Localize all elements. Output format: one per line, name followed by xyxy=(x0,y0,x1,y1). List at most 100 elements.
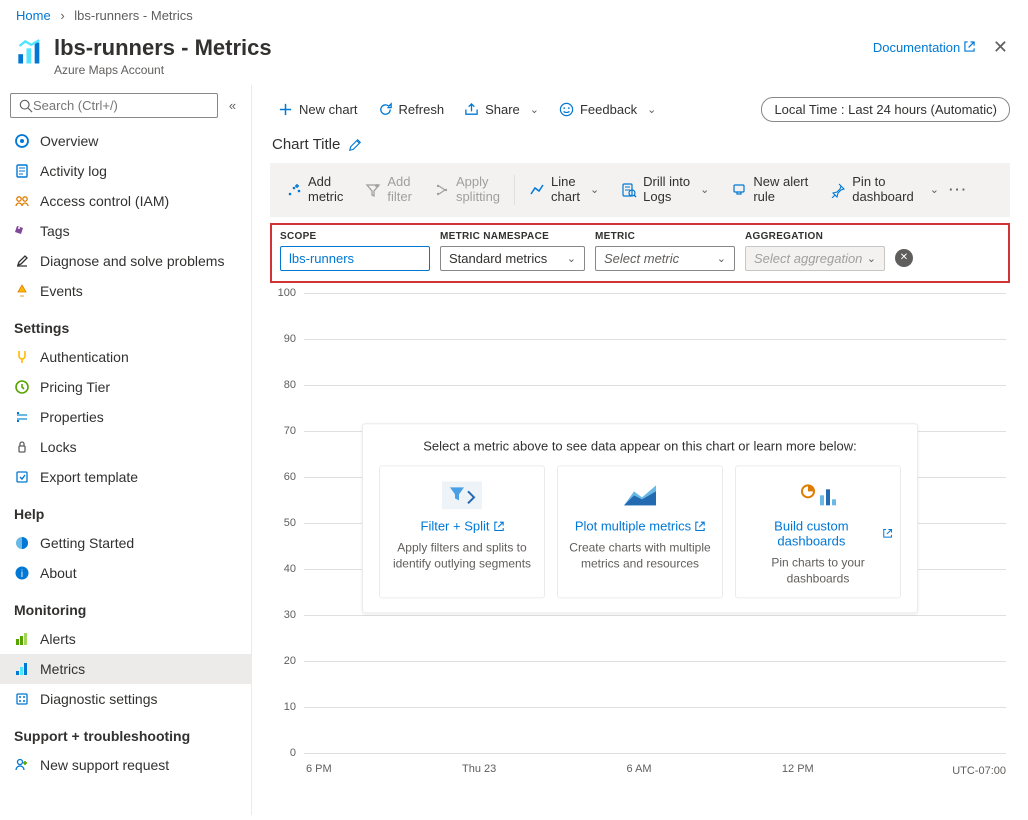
sidebar-item[interactable]: iAbout xyxy=(0,558,251,588)
sidebar-item[interactable]: Diagnostic settings xyxy=(0,684,251,714)
help-card-link[interactable]: Build custom dashboards xyxy=(744,519,892,549)
nav-icon xyxy=(14,661,30,677)
new-chart-button[interactable]: New chart xyxy=(270,98,366,121)
nav-icon xyxy=(14,379,30,395)
y-tick: 20 xyxy=(284,655,296,667)
sidebar-item-label: Alerts xyxy=(40,631,76,647)
nav-icon xyxy=(14,469,30,485)
sidebar-item[interactable]: Metrics xyxy=(0,654,251,684)
sidebar-section-header: Settings xyxy=(0,306,251,342)
search-input-wrapper[interactable] xyxy=(10,93,218,118)
sidebar-item[interactable]: Pricing Tier xyxy=(0,372,251,402)
nav-icon xyxy=(14,631,30,647)
nav-icon xyxy=(14,163,30,179)
scope-label: SCOPE xyxy=(280,231,430,242)
help-card-image xyxy=(620,481,660,511)
help-card-image xyxy=(798,481,838,511)
sidebar-item[interactable]: Getting Started xyxy=(0,528,251,558)
edit-title-icon[interactable] xyxy=(348,138,362,152)
refresh-icon xyxy=(378,102,393,117)
sidebar-item-label: Pricing Tier xyxy=(40,379,110,395)
gridline xyxy=(304,385,1006,386)
sidebar-item[interactable]: Events xyxy=(0,276,251,306)
toolbar-more-button[interactable]: ··· xyxy=(941,176,976,203)
time-range-selector[interactable]: Local Time : Last 24 hours (Automatic) xyxy=(761,97,1010,122)
help-card-link[interactable]: Plot multiple metrics xyxy=(575,519,705,534)
sidebar-item[interactable]: Authentication xyxy=(0,342,251,372)
x-tick: 12 PM xyxy=(782,763,814,783)
share-button[interactable]: Share⌄ xyxy=(456,98,547,121)
external-link-icon xyxy=(695,521,705,531)
documentation-link[interactable]: Documentation xyxy=(873,40,975,55)
alert-icon xyxy=(731,182,747,198)
sidebar-section-header: Support + troubleshooting xyxy=(0,714,251,750)
gridline xyxy=(304,707,1006,708)
feedback-button[interactable]: Feedback⌄ xyxy=(551,98,664,121)
sidebar-item[interactable]: Diagnose and solve problems xyxy=(0,246,251,276)
y-axis: 0102030405060708090100 xyxy=(270,293,300,753)
help-card-link[interactable]: Filter + Split xyxy=(421,519,504,534)
sidebar-item[interactable]: Tags xyxy=(0,216,251,246)
gridline xyxy=(304,293,1006,294)
y-tick: 30 xyxy=(284,609,296,621)
nav-icon xyxy=(14,223,30,239)
close-blade-button[interactable]: ✕ xyxy=(989,35,1012,60)
new-alert-rule-button[interactable]: New alertrule xyxy=(721,169,818,211)
sidebar-item[interactable]: Export template xyxy=(0,462,251,492)
line-chart-icon xyxy=(529,182,545,198)
nav-icon xyxy=(14,283,30,299)
logs-icon xyxy=(621,182,637,198)
y-tick: 50 xyxy=(284,517,296,529)
x-tick: Thu 23 xyxy=(462,763,496,783)
sidebar-item[interactable]: New support request xyxy=(0,750,251,780)
nav-icon xyxy=(14,133,30,149)
x-axis: 6 PMThu 236 AM12 PM xyxy=(304,757,1006,783)
sidebar-item[interactable]: Access control (IAM) xyxy=(0,186,251,216)
y-tick: 40 xyxy=(284,563,296,575)
sidebar-item-label: Authentication xyxy=(40,349,129,365)
add-filter-button[interactable]: Addfilter xyxy=(355,169,422,211)
breadcrumb-home[interactable]: Home xyxy=(16,8,51,23)
search-input[interactable] xyxy=(33,98,209,113)
help-card-image xyxy=(442,481,482,511)
sidebar-section-header: Monitoring xyxy=(0,588,251,624)
chart-type-button[interactable]: Linechart ⌄ xyxy=(519,169,609,211)
refresh-button[interactable]: Refresh xyxy=(370,98,453,121)
pin-to-dashboard-button[interactable]: Pin todashboard xyxy=(820,169,923,211)
share-icon xyxy=(464,102,479,117)
x-tick: 6 AM xyxy=(627,763,652,783)
external-link-icon xyxy=(964,41,975,52)
sidebar-item[interactable]: Overview xyxy=(0,126,251,156)
add-metric-button[interactable]: Addmetric xyxy=(276,169,353,211)
y-tick: 100 xyxy=(278,287,296,299)
help-card-desc: Create charts with multiple metrics and … xyxy=(566,540,714,572)
sidebar-item[interactable]: Activity log xyxy=(0,156,251,186)
apply-splitting-button[interactable]: Applysplitting xyxy=(424,169,510,211)
namespace-select[interactable]: Standard metrics⌄ xyxy=(440,246,585,271)
sidebar-item-label: Events xyxy=(40,283,83,299)
breadcrumb-current: lbs-runners - Metrics xyxy=(74,8,192,23)
metric-selector-highlight: SCOPE lbs-runners METRIC NAMESPACE Stand… xyxy=(270,223,1010,283)
aggregation-label: AGGREGATION xyxy=(745,231,885,242)
gridline xyxy=(304,661,1006,662)
sidebar-item[interactable]: Locks xyxy=(0,432,251,462)
nav-icon xyxy=(14,409,30,425)
sidebar-item[interactable]: Alerts xyxy=(0,624,251,654)
drill-into-logs-button[interactable]: Drill intoLogs ⌄ xyxy=(611,169,719,211)
empty-state-panel: Select a metric above to see data appear… xyxy=(362,424,918,613)
sidebar-item-label: Getting Started xyxy=(40,535,134,551)
add-metric-icon xyxy=(286,182,302,198)
metric-select[interactable]: Select metric⌄ xyxy=(595,246,735,271)
collapse-sidebar-button[interactable]: « xyxy=(224,95,241,117)
gridline xyxy=(304,339,1006,340)
scope-select[interactable]: lbs-runners xyxy=(280,246,430,271)
sidebar-item[interactable]: Properties xyxy=(0,402,251,432)
chart-title[interactable]: Chart Title xyxy=(272,136,340,153)
metric-label: METRIC xyxy=(595,231,735,242)
plus-icon xyxy=(278,102,293,117)
toolbar-overflow-chevron[interactable]: ⌄ xyxy=(930,183,939,196)
external-link-icon xyxy=(494,521,504,531)
remove-metric-button[interactable]: ✕ xyxy=(895,249,913,267)
y-tick: 70 xyxy=(284,425,296,437)
sidebar-item-label: Diagnostic settings xyxy=(40,691,158,707)
